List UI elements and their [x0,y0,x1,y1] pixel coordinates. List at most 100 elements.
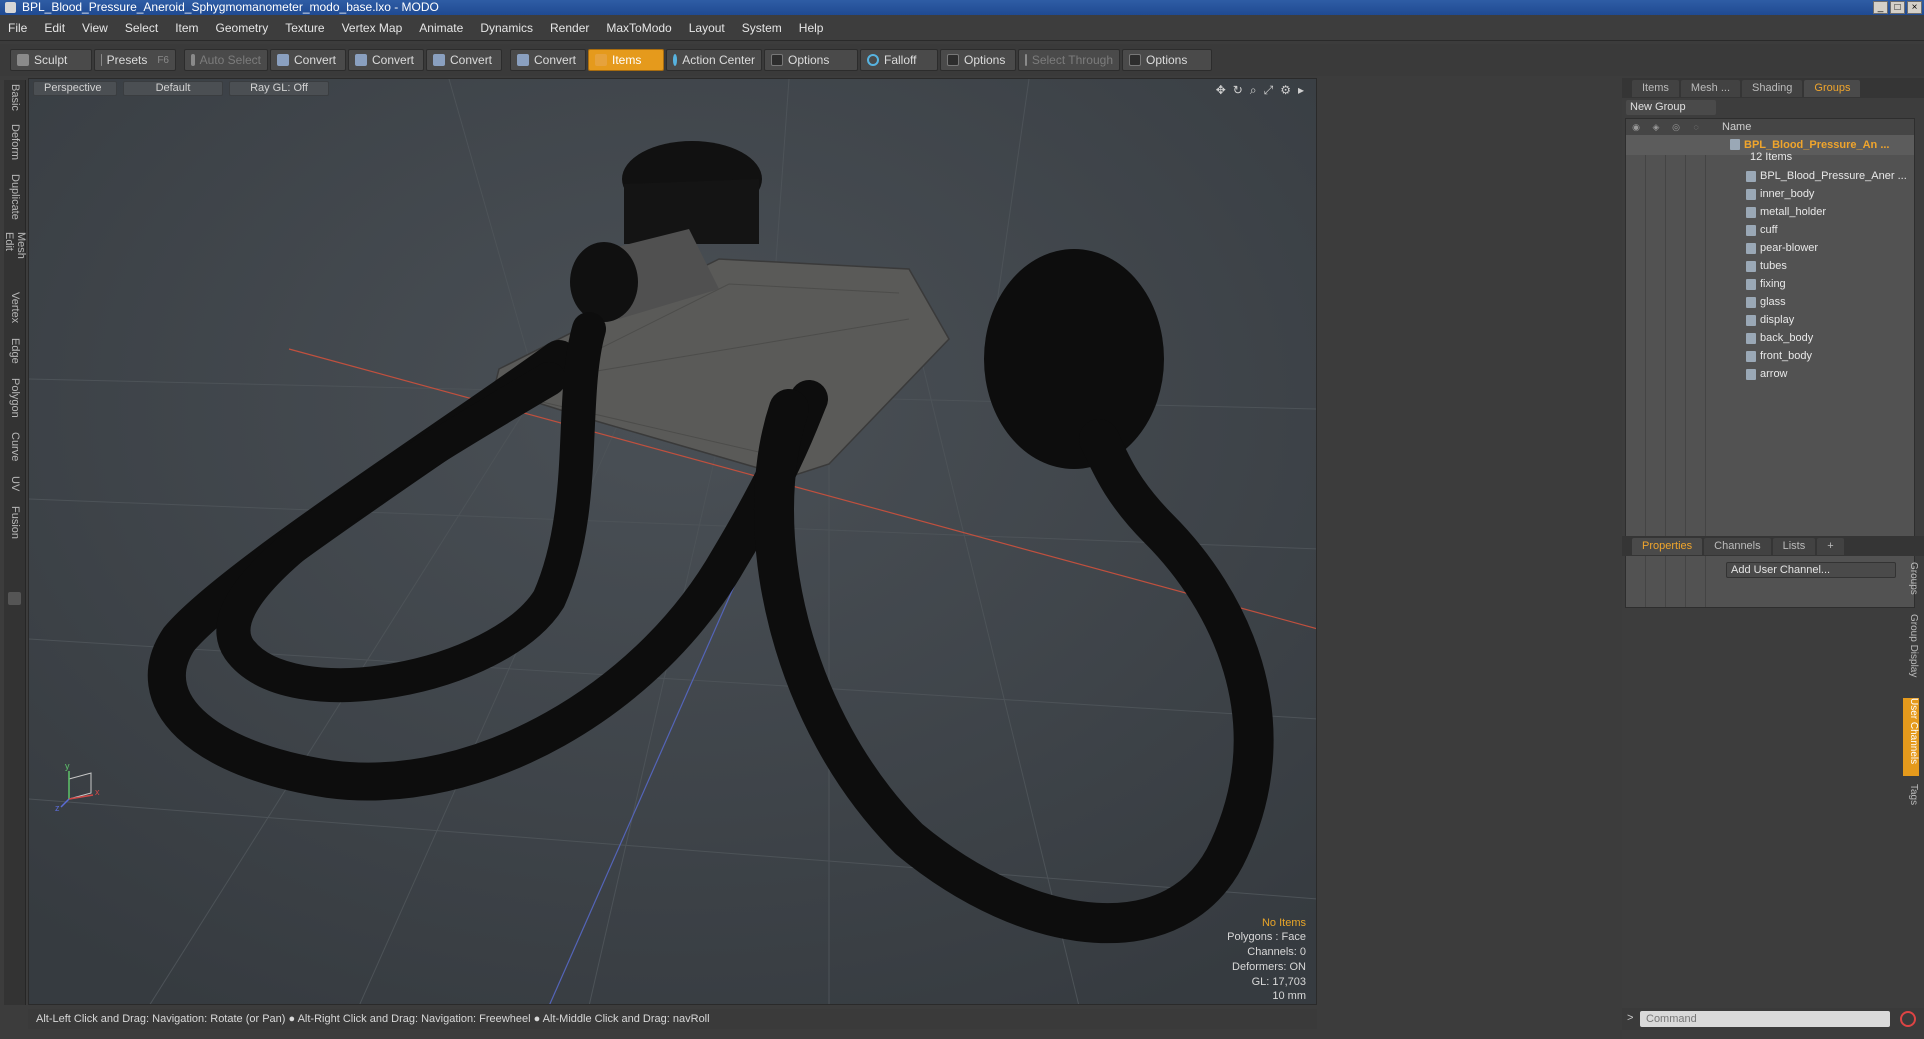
presets-button[interactable]: Presets F6 [94,49,176,71]
menu-geometry[interactable]: Geometry [216,21,269,35]
tab-items[interactable]: Items [1632,79,1679,97]
tab-basic[interactable]: Basic [4,82,26,112]
convert-button-3[interactable]: Convert [426,49,502,71]
deformers-info: Deformers: ON [1232,960,1306,973]
tree-item[interactable]: back_body [1626,329,1914,347]
status-bar: Alt-Left Click and Drag: Navigation: Rot… [28,1009,1317,1029]
tab-duplicate[interactable]: Duplicate [4,172,26,222]
select-options-button[interactable]: Options [1122,49,1212,71]
menu-texture[interactable]: Texture [285,21,324,35]
tree-item[interactable]: arrow [1626,365,1914,383]
menu-help[interactable]: Help [799,21,824,35]
play-icon[interactable]: ▸ [1298,83,1304,98]
convert-icon [355,54,367,66]
menu-maxtomodo[interactable]: MaxToModo [606,21,671,35]
tab-lists[interactable]: Lists [1772,537,1816,555]
gear-icon[interactable]: ⚙ [1280,83,1291,98]
menu-system[interactable]: System [742,21,782,35]
mesh-icon [1746,333,1756,344]
tab-groups[interactable]: Groups [1804,79,1861,97]
tab-deform[interactable]: Deform [4,122,26,166]
selection-info: No Items [1261,916,1306,929]
tree-item[interactable]: BPL_Blood_Pressure_Aner ... [1626,167,1914,185]
checkbox-icon [947,54,959,66]
raygl-toggle[interactable]: Ray GL: Off [229,81,329,96]
menu-view[interactable]: View [82,21,108,35]
tree-item[interactable]: display [1626,311,1914,329]
auto-select-icon [191,54,195,66]
vtab-user-channels[interactable]: User Channels [1903,698,1919,776]
sculpt-button[interactable]: Sculpt [10,49,92,71]
tree-item[interactable]: metall_holder [1626,203,1914,221]
tab-fusion[interactable]: Fusion [4,504,26,544]
add-tab-button[interactable]: + [1817,537,1844,555]
vtab-tags[interactable]: Tags [1903,784,1919,814]
new-group-button[interactable]: New Group [1626,100,1716,115]
tab-mesh-edit[interactable]: Mesh Edit [3,230,27,280]
maximize-button[interactable]: □ [1890,1,1905,14]
mesh-icon [1746,171,1756,182]
command-record-button[interactable] [1900,1011,1916,1027]
view-type-dropdown[interactable]: Perspective [33,81,117,96]
tree-item[interactable]: tubes [1626,257,1914,275]
action-center-options-button[interactable]: Options [764,49,858,71]
select-through-button[interactable]: Select Through [1018,49,1120,71]
shading-dropdown[interactable]: Default [123,81,223,96]
tab-uv[interactable]: UV [4,474,26,496]
zoom-icon[interactable]: ⌕ [1250,83,1257,98]
convert-button-1[interactable]: Convert [270,49,346,71]
menu-edit[interactable]: Edit [44,21,65,35]
add-user-channel-button[interactable]: Add User Channel... [1726,562,1896,578]
tree-item[interactable]: glass [1626,293,1914,311]
tree-item[interactable]: inner_body [1626,185,1914,203]
groups-tree: ◉ ◈ ◎ ◌ Name BPL_Blood_Pressure_An ... 1… [1625,118,1915,608]
menu-file[interactable]: File [8,21,27,35]
auto-select-button[interactable]: Auto Select [184,49,268,71]
menu-animate[interactable]: Animate [419,21,463,35]
properties-tabs: Properties Channels Lists + [1622,536,1924,556]
tree-item[interactable]: fixing [1626,275,1914,293]
tab-curve[interactable]: Curve [4,430,26,464]
3d-viewport[interactable]: y x z Perspective Default Ray GL: Off ✥ … [28,78,1317,1005]
main-toolbar: Sculpt Presets F6 Auto Select Convert Con… [0,44,1924,76]
tab-properties[interactable]: Properties [1632,537,1703,555]
menu-item[interactable]: Item [175,21,198,35]
tab-shading[interactable]: Shading [1742,79,1803,97]
tab-edge[interactable]: Edge [4,336,26,366]
items-icon [595,54,607,66]
palette-toggle-button[interactable] [8,592,21,605]
tab-polygon[interactable]: Polygon [4,376,26,420]
tree-item[interactable]: front_body [1626,347,1914,365]
tree-item[interactable]: cuff [1626,221,1914,239]
convert-button-4[interactable]: Convert [510,49,586,71]
tab-mesh[interactable]: Mesh ... [1680,79,1741,97]
menu-select[interactable]: Select [125,21,158,35]
fit-icon[interactable]: ⤢ [1264,83,1274,98]
command-input[interactable]: Command [1640,1011,1890,1027]
menu-vertex-map[interactable]: Vertex Map [342,21,403,35]
convert-icon [517,54,529,66]
mesh-icon [1746,369,1756,380]
tab-vertex[interactable]: Vertex [4,290,26,328]
items-mode-button[interactable]: Items [588,49,664,71]
command-prompt-icon: > [1627,1012,1634,1024]
menu-dynamics[interactable]: Dynamics [480,21,533,35]
presets-icon [101,54,102,66]
menu-render[interactable]: Render [550,21,589,35]
menu-layout[interactable]: Layout [689,21,725,35]
falloff-options-button[interactable]: Options [940,49,1016,71]
viewport-stats: No Items Polygons : Face Channels: 0 Def… [1227,916,1306,1004]
convert-button-2[interactable]: Convert [348,49,424,71]
tree-item[interactable]: pear-blower [1626,239,1914,257]
minimize-button[interactable]: _ [1873,1,1888,14]
falloff-button[interactable]: Falloff [860,49,938,71]
rotate-icon[interactable]: ↻ [1233,83,1243,98]
close-button[interactable]: × [1907,1,1922,14]
vtab-group-display[interactable]: Group Display [1903,614,1919,690]
svg-text:y: y [65,761,70,771]
mesh-icon [1746,243,1756,254]
tab-channels[interactable]: Channels [1704,537,1771,555]
vtab-groups[interactable]: Groups [1903,562,1919,606]
pan-icon[interactable]: ✥ [1216,83,1226,98]
action-center-button[interactable]: Action Center [666,49,762,71]
